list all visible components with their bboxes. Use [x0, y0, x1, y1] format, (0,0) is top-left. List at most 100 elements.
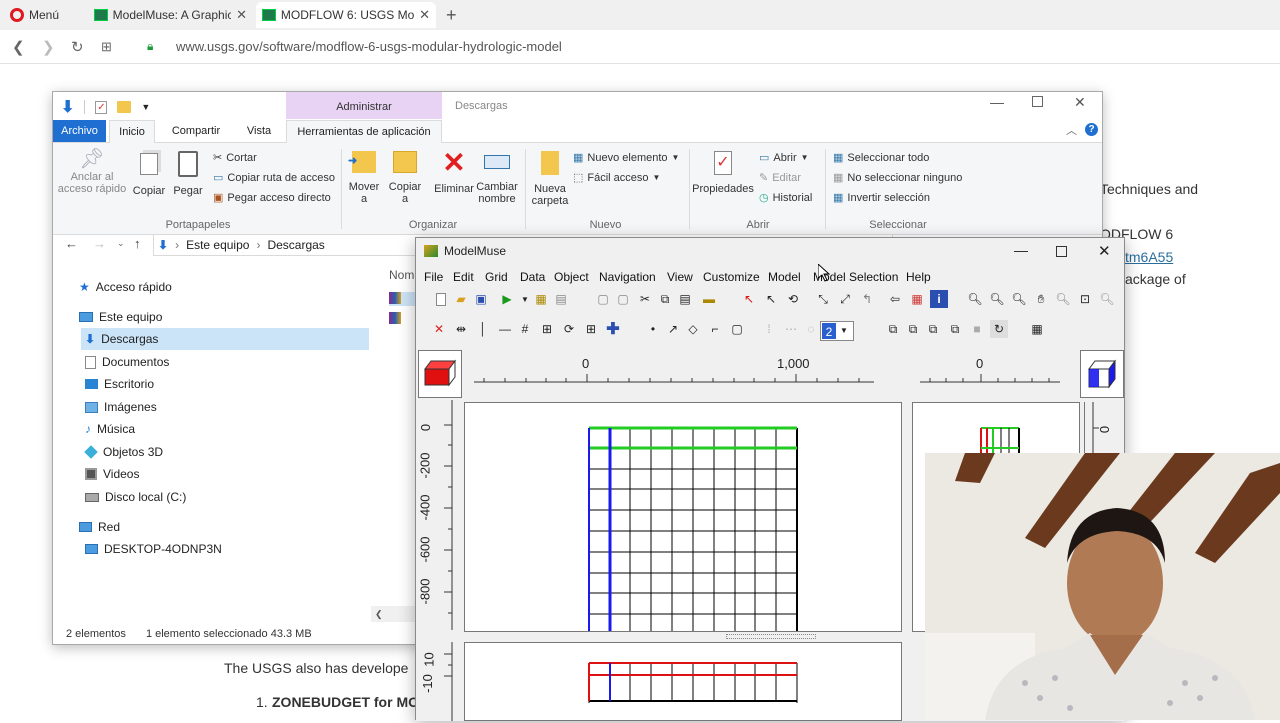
tab-inicio[interactable]: Inicio — [109, 120, 155, 143]
file-row[interactable] — [389, 312, 415, 326]
cube-side-icon[interactable]: ⧉ — [946, 320, 964, 338]
move-vertex-icon[interactable]: ⤡ — [814, 290, 832, 308]
cortar-button[interactable]: ✂ Cortar — [213, 151, 257, 165]
down-arrow-icon[interactable]: ⬇ — [61, 97, 74, 117]
forward-icon[interactable]: ❯ — [42, 38, 55, 56]
delete-vertex-icon[interactable]: ↰ — [858, 290, 876, 308]
point-object-icon[interactable]: • — [644, 320, 662, 338]
run-icon[interactable]: ▶ — [498, 290, 516, 308]
show-grid-icon[interactable]: ▦ — [1028, 320, 1046, 338]
minimize-icon[interactable]: — — [1014, 242, 1028, 258]
recent-dropdown-icon[interactable]: ⌄ — [117, 238, 125, 249]
nav-item-imagenes[interactable]: Imágenes — [81, 396, 157, 418]
ruler-icon[interactable]: ▬ — [700, 290, 718, 308]
nav-item-videos[interactable]: Videos — [81, 463, 139, 485]
cube-solid-icon[interactable]: ■ — [968, 320, 986, 338]
info-icon[interactable]: i — [930, 290, 948, 308]
rectangle-object-icon[interactable]: ▢ — [728, 320, 746, 338]
tab-modelmuse[interactable]: ModelMuse: A Graphical U ✕ — [88, 2, 253, 28]
back-arrow-icon[interactable]: ← — [65, 236, 78, 251]
historial-button[interactable]: ◷ Historial — [759, 191, 812, 205]
nav-item-descargas[interactable]: ⬇ Descargas — [81, 328, 369, 350]
editar-button[interactable]: ✎ Editar — [759, 171, 801, 185]
paste-icon[interactable]: ▤ — [676, 290, 694, 308]
menu-help[interactable]: Help — [906, 270, 931, 284]
nav-item-acceso-rapido[interactable]: ★ Acceso rápido — [75, 276, 172, 298]
data-sets-icon[interactable]: ▦ — [908, 290, 926, 308]
rotate-object-icon[interactable]: ◌ — [802, 320, 820, 338]
tab-herramientas[interactable]: Herramientas de aplicación — [286, 120, 442, 143]
add-object-icon[interactable]: ✚ — [604, 320, 622, 338]
minimize-icon[interactable]: — — [990, 94, 1004, 110]
side-view-cube-icon[interactable] — [1080, 350, 1124, 398]
nav-item-red[interactable]: Red — [75, 516, 120, 538]
qat-dropdown-icon[interactable]: ▼ — [141, 102, 150, 112]
close-icon[interactable]: ✕ — [1074, 94, 1086, 111]
breadcrumb-este-equipo[interactable]: Este equipo — [186, 238, 249, 252]
line-object-icon[interactable]: ↗ — [664, 320, 682, 338]
pegar-button[interactable]: Pegar — [171, 151, 205, 197]
tab-compartir[interactable]: Compartir — [163, 120, 229, 142]
delete-grid-line-icon[interactable]: ✕ — [430, 320, 448, 338]
front-view-canvas[interactable] — [464, 642, 902, 721]
cube-view-icon[interactable]: ⧉ — [884, 320, 902, 338]
export-icon[interactable]: ▦ — [532, 290, 550, 308]
pan-icon[interactable]: ✋︎ — [1032, 290, 1050, 308]
menu-edit[interactable]: Edit — [453, 270, 474, 284]
nav-item-este-equipo[interactable]: Este equipo — [75, 306, 162, 328]
nav-item-desktop[interactable]: DESKTOP-4ODNP3N — [81, 538, 222, 560]
page-link[interactable]: tm6A55 — [1125, 249, 1173, 265]
cube-front-icon[interactable]: ⧉ — [904, 320, 922, 338]
anclar-button[interactable]: 📌︎ Anclar al acceso rápido — [57, 149, 127, 195]
smooth-grid-icon[interactable]: ⊞ — [582, 320, 600, 338]
new-file-icon[interactable] — [432, 290, 450, 308]
invertir-seleccion-button[interactable]: ▦ Invertir selección — [833, 191, 930, 205]
nav-item-musica[interactable]: ♪ Música — [81, 418, 135, 440]
file-row-selected[interactable] — [389, 292, 415, 306]
back-icon[interactable]: ❮ — [12, 38, 25, 56]
cube-grid-icon[interactable]: ⧉ — [924, 320, 942, 338]
abrir-button[interactable]: ▭ Abrir ▼ — [759, 151, 809, 165]
straight-line-icon[interactable]: ⌐ — [706, 320, 724, 338]
propiedades-button[interactable]: ✓ Propiedades — [691, 151, 755, 195]
copiar-button[interactable]: Copiar — [131, 153, 167, 197]
zoom-icon[interactable]: 🔍︎ — [966, 290, 984, 308]
zoom-in-icon[interactable]: 🔍︎ — [988, 290, 1006, 308]
nav-item-disco-local[interactable]: Disco local (C:) — [81, 486, 186, 508]
breadcrumb-descargas[interactable]: Descargas — [267, 238, 324, 252]
reload-icon[interactable]: ↻ — [71, 38, 84, 56]
cut-icon[interactable]: ✂ — [636, 290, 654, 308]
list-item[interactable]: ZONEBUDGET for MO — [272, 694, 419, 710]
facil-acceso-button[interactable]: ⬚ Fácil acceso ▼ — [573, 171, 660, 185]
layer-dropdown-icon[interactable]: ▼ — [840, 322, 848, 340]
select-points-icon[interactable]: ↖ — [762, 290, 780, 308]
polygon-object-icon[interactable]: ◇ — [684, 320, 702, 338]
url-text[interactable]: www.usgs.gov/software/modflow-6-usgs-mod… — [176, 39, 562, 54]
zoom-prev-icon[interactable]: 🔍︎ — [1054, 290, 1072, 308]
horizontal-scrollbar[interactable]: ❮ — [371, 606, 415, 622]
pegar-acceso-button[interactable]: ▣ Pegar acceso directo — [213, 191, 331, 205]
import-icon[interactable]: ▤ — [552, 290, 570, 308]
lasso-icon[interactable]: ⟲ — [784, 290, 802, 308]
copy-icon[interactable]: ⧉ — [656, 290, 674, 308]
redo-icon[interactable]: ▢ — [614, 290, 632, 308]
rotate-grid-icon[interactable]: ⟳ — [560, 320, 578, 338]
new-tab-button[interactable]: + — [440, 2, 463, 28]
top-view-canvas[interactable] — [464, 402, 902, 632]
nueva-carpeta-button[interactable]: Nueva carpeta — [529, 151, 571, 207]
merge-object-icon[interactable]: ⋯ — [782, 320, 800, 338]
seleccionar-todo-button[interactable]: ▦ Seleccionar todo — [833, 151, 929, 165]
menu-view[interactable]: View — [667, 270, 693, 284]
top-view-cube-icon[interactable] — [418, 350, 462, 398]
maximize-icon[interactable] — [1056, 246, 1067, 257]
eliminar-button[interactable]: ✕ Eliminar — [431, 149, 477, 196]
grid-spacing-icon[interactable]: # — [516, 320, 534, 338]
copiar-a-button[interactable]: Copiar a — [386, 151, 424, 205]
add-column-icon[interactable]: ⇹ — [452, 320, 470, 338]
cambiar-nombre-button[interactable]: Cambiar nombre — [475, 151, 519, 205]
cube-edit-icon[interactable]: ↻ — [990, 320, 1008, 338]
tab-modflow6[interactable]: MODFLOW 6: USGS Modul ✕ — [256, 2, 436, 28]
nav-item-documentos[interactable]: Documentos — [81, 351, 169, 373]
zoom-out-icon[interactable]: 🔍︎ — [1010, 290, 1028, 308]
up-arrow-icon[interactable]: ↑ — [134, 236, 141, 251]
